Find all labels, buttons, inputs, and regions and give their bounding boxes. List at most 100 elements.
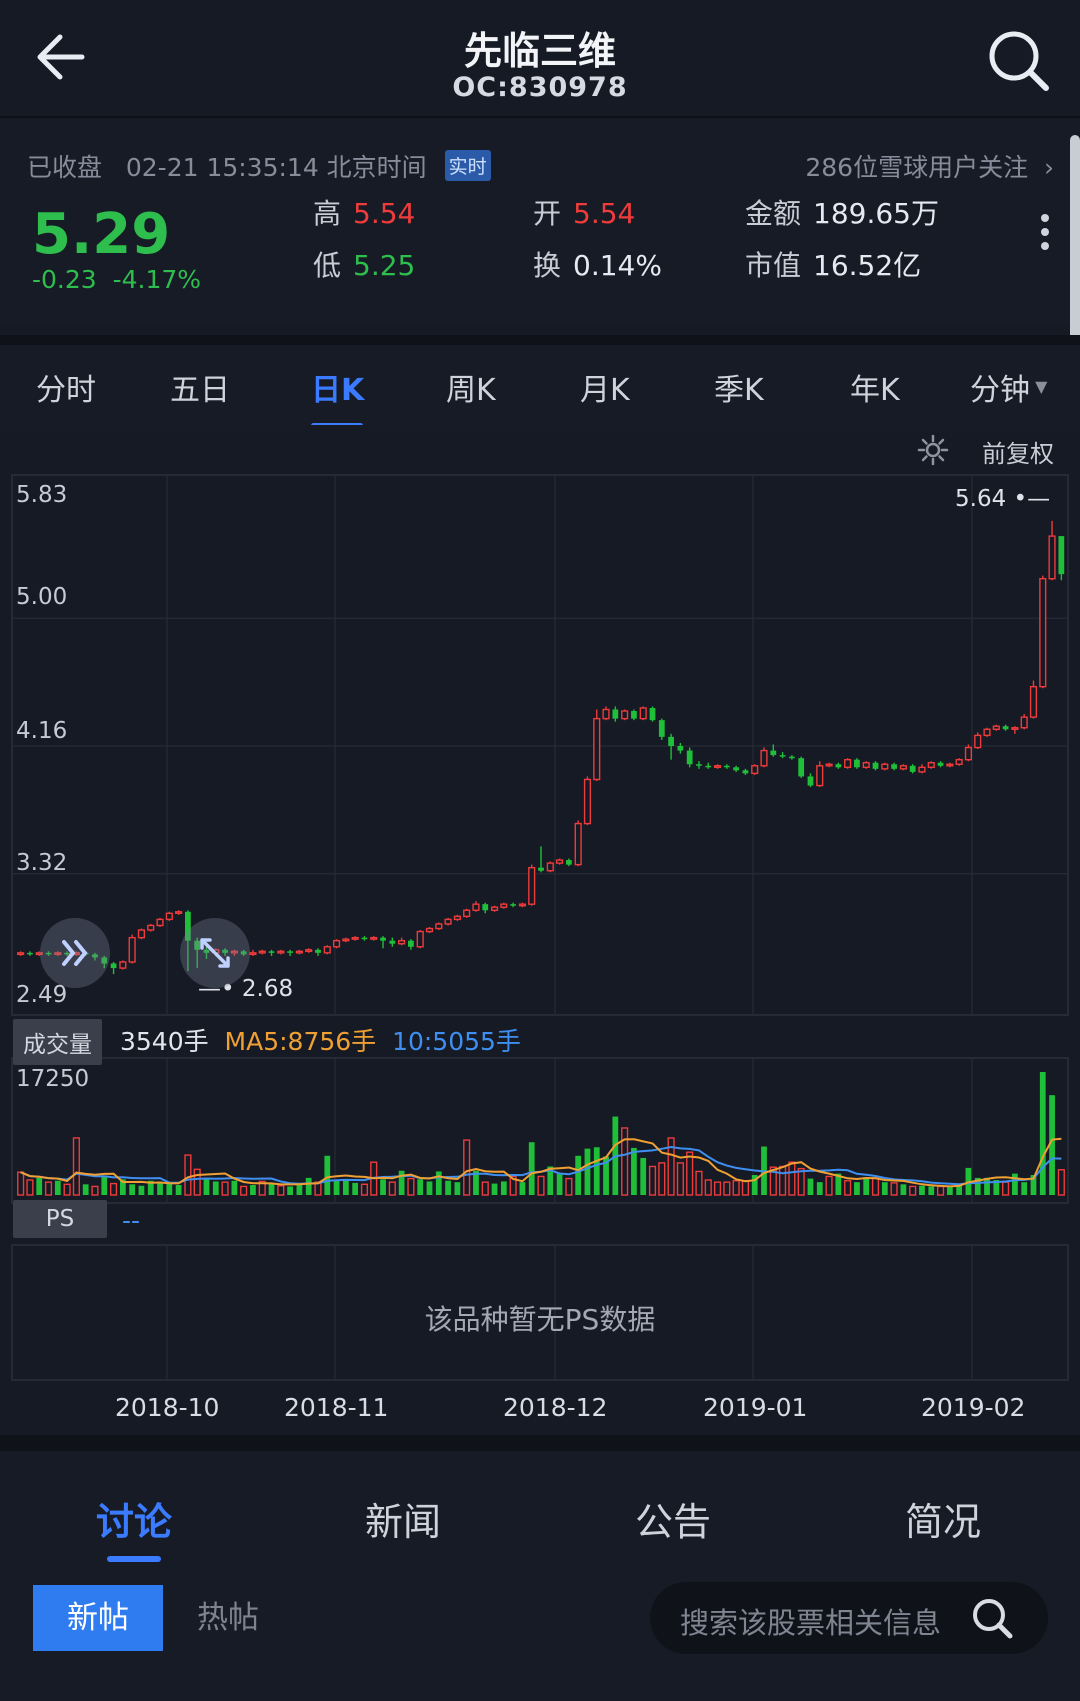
volume-bar [723,1181,731,1196]
tab-discussion[interactable]: 讨论 [96,1491,172,1546]
tab-weekly-k[interactable]: 周K [446,365,496,409]
high-price: 高 5.54 [313,197,416,230]
candle-body [370,936,378,940]
tab-quarterly-k[interactable]: 季K [714,365,764,409]
volume-bar [352,1182,359,1195]
candle-body [992,725,1000,730]
volume-bar [109,1182,118,1196]
search-icon[interactable] [980,22,1060,102]
candle-body [17,952,25,956]
stock-search-input[interactable]: 搜索该股票相关信息 [650,1582,1048,1654]
active-tab-indicator [107,1556,161,1562]
change-value: -0.23 [32,265,97,294]
ps-value: -- [122,1206,141,1235]
candle-body [110,963,117,969]
x-axis-label: 2019-01 [703,1393,808,1422]
candle-body [1020,716,1028,729]
volume-bar [863,1177,870,1195]
tab-yearly-k[interactable]: 年K [850,365,900,409]
search-placeholder: 搜索该股票相关信息 [680,1606,942,1640]
tab-profile[interactable]: 简况 [905,1491,981,1546]
volume-indicator-label[interactable]: 成交量 [13,1019,102,1065]
content-tabs: 讨论 新闻 公告 简况 [0,1435,1080,1585]
tab-five-day[interactable]: 五日 [170,365,230,409]
volume-bar [575,1155,582,1195]
kline-chart[interactable] [0,470,1080,1430]
candle-body [398,939,406,945]
volume-bar [203,1179,210,1195]
volume-bar [231,1180,238,1195]
volume-bar [91,1185,99,1196]
candle-body [602,708,610,720]
followers-link[interactable]: 286位雪球用户关注 › [805,148,1054,184]
volume-bar [890,1182,898,1196]
x-axis-label: 2018-10 [115,1393,220,1422]
settings-gear-icon[interactable] [916,433,950,467]
candle-body [770,750,777,756]
candle-body [835,764,842,768]
volume-bar [426,1181,433,1195]
chart-grid [11,474,1069,1381]
volume-bar [854,1182,860,1195]
tab-minute[interactable]: 分钟 ▼ [970,365,1047,409]
candle-body [156,918,164,927]
volume-bar [454,1182,461,1195]
tab-announcements[interactable]: 公告 [635,1491,711,1546]
candle-body [416,930,424,948]
candle-body [305,949,313,953]
candle-body [713,765,722,768]
volume-bar [72,1137,80,1196]
candle-body [779,755,786,757]
candlestick-series [17,520,1065,975]
volume-bar [537,1175,545,1196]
candle-body [444,918,452,925]
volume-bar [1002,1181,1010,1196]
candle-body [482,904,489,911]
followers-text: 286位雪球用户关注 [805,153,1029,182]
new-posts-button[interactable]: 新帖 [33,1585,163,1651]
candle-body [844,758,852,768]
volume-bar [82,1184,89,1195]
tab-monthly-k[interactable]: 月K [580,365,630,409]
candle-body [955,758,963,765]
volume-bar [797,1167,805,1196]
volume-bar [221,1181,229,1196]
volume-bar [250,1185,256,1195]
fast-forward-button[interactable] [40,918,110,988]
candle-body [389,940,396,944]
candle-body [742,770,749,774]
candle-body [277,950,285,954]
volume-bar [807,1178,814,1195]
ps-indicator-label[interactable]: PS [13,1200,107,1238]
price-adjust-toggle[interactable]: 前复权 [982,434,1054,469]
tab-daily-k[interactable]: 日K [311,365,364,409]
volume-bar [240,1185,248,1196]
candle-body [380,937,386,941]
y-tick: 4.16 [16,718,68,744]
candle-body [686,750,693,765]
realtime-badge: 实时 [444,150,491,181]
candle-body [137,929,146,939]
candle-body [332,939,341,948]
candle-body [565,860,572,865]
candle-body [463,909,471,918]
volume-bar [816,1182,823,1195]
y-tick: 3.32 [16,850,68,876]
volume-bar [380,1179,386,1195]
candle-body [974,734,982,749]
tab-intraday[interactable]: 分时 [36,365,96,409]
volume-bar [157,1182,163,1195]
candle-body [881,763,889,770]
more-vertical-icon[interactable] [1030,208,1060,268]
candle-body [500,903,508,908]
volume-bar [584,1148,591,1195]
price-change: -0.23 -4.17% [32,265,201,294]
fullscreen-button[interactable] [180,918,250,988]
volume-bar [101,1176,108,1195]
volume-bar [398,1170,405,1195]
tab-news[interactable]: 新闻 [365,1491,441,1546]
volume-bar [695,1170,703,1196]
candle-body [361,937,368,940]
candle-body [854,759,860,768]
hot-posts-button[interactable]: 热帖 [163,1585,293,1651]
